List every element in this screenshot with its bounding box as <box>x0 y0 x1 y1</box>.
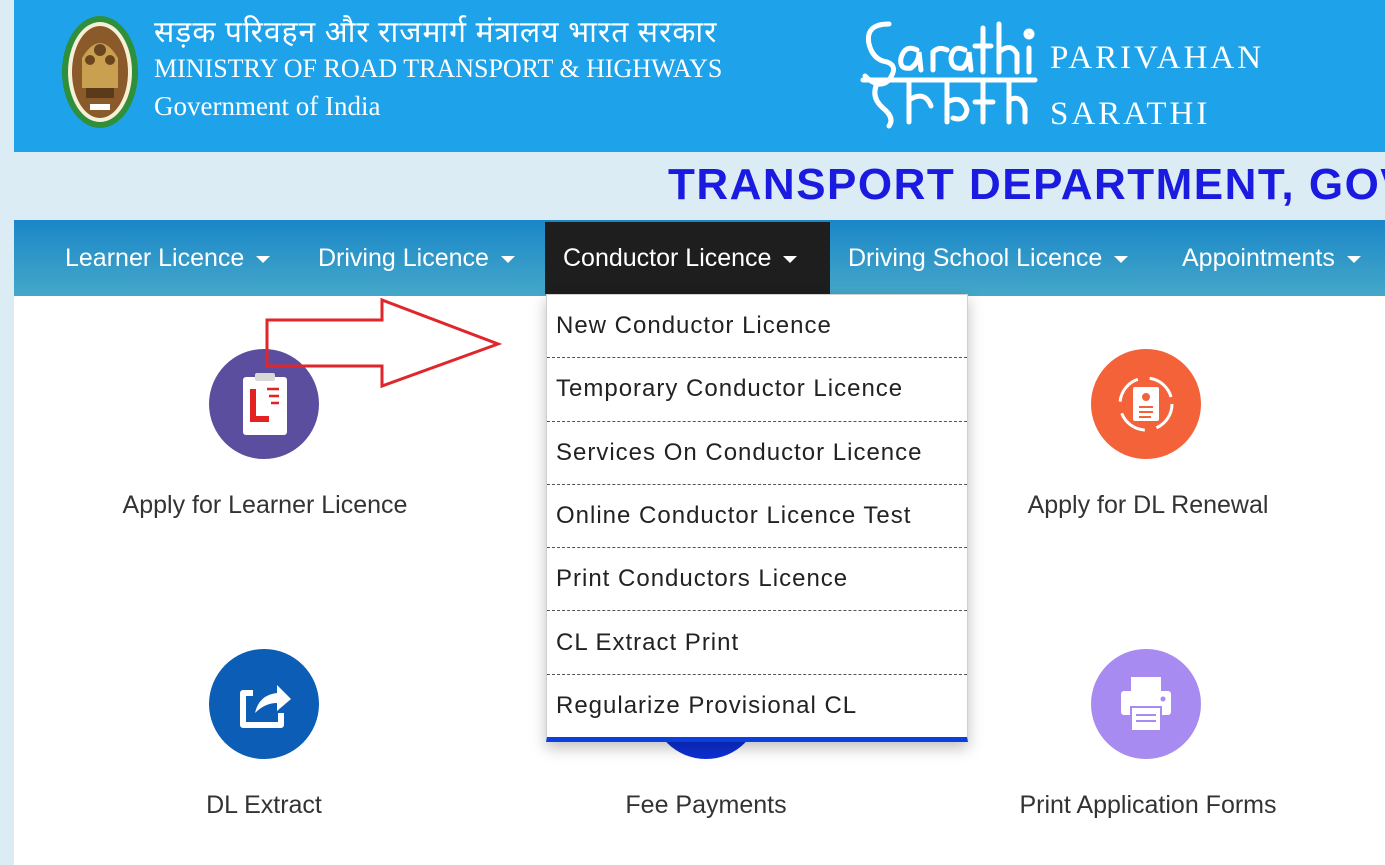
nav-learner-licence-label: Learner Licence <box>65 243 245 272</box>
department-title: TRANSPORT DEPARTMENT, GOV <box>668 160 1385 209</box>
menu-online-conductor-licence-test[interactable]: Online Conductor Licence Test <box>547 485 967 549</box>
tile-fee-payments[interactable]: Fee Payments <box>586 791 826 820</box>
chevron-down-icon <box>1346 256 1361 263</box>
printer-icon[interactable] <box>1091 649 1201 759</box>
nav-learner-licence[interactable]: Learner Licence <box>47 222 288 294</box>
sarathi-logo-icon <box>860 21 1038 129</box>
chevron-down-icon <box>1114 256 1129 263</box>
chevron-down-icon <box>500 256 515 263</box>
menu-print-conductors-licence[interactable]: Print Conductors Licence <box>547 548 967 612</box>
parivahan-sarathi-text: PARIVAHAN SARATHI <box>1050 30 1264 142</box>
nav-appointments[interactable]: Appointments <box>1164 222 1379 294</box>
tile-dl-extract[interactable]: DL Extract <box>164 791 364 820</box>
national-emblem-icon <box>62 16 138 128</box>
tile-print-application-forms[interactable]: Print Application Forms <box>998 791 1298 820</box>
menu-cl-extract-print[interactable]: CL Extract Print <box>547 611 967 675</box>
department-banner: TRANSPORT DEPARTMENT, GOV <box>14 152 1385 220</box>
nav-driving-school-licence[interactable]: Driving School Licence <box>830 222 1146 294</box>
share-export-icon[interactable] <box>209 649 319 759</box>
nav-conductor-licence[interactable]: Conductor Licence <box>545 222 830 294</box>
nav-appointments-label: Appointments <box>1182 243 1335 272</box>
menu-regularize-provisional-cl[interactable]: Regularize Provisional CL <box>547 675 967 738</box>
nav-driving-school-licence-label: Driving School Licence <box>848 243 1103 272</box>
site-header: सड़क परिवहन और राजमार्ग मंत्रालय भारत सर… <box>14 0 1385 152</box>
nav-driving-licence-label: Driving Licence <box>318 243 489 272</box>
chevron-down-icon <box>256 256 271 263</box>
menu-services-on-conductor-licence[interactable]: Services On Conductor Licence <box>547 422 967 485</box>
nav-driving-licence[interactable]: Driving Licence <box>300 222 533 294</box>
tile-apply-learner-licence[interactable]: Apply for Learner Licence <box>104 491 426 520</box>
dl-renewal-icon[interactable] <box>1091 349 1201 459</box>
chevron-down-icon <box>783 256 798 263</box>
red-arrow-pointer-icon <box>265 298 503 389</box>
government-of-india: Government of India <box>154 91 381 121</box>
nav-conductor-licence-label: Conductor Licence <box>563 243 772 272</box>
main-navbar: Learner Licence Driving Licence Conducto… <box>14 220 1385 296</box>
menu-new-conductor-licence[interactable]: New Conductor Licence <box>547 295 967 359</box>
tile-apply-dl-renewal[interactable]: Apply for DL Renewal <box>1003 491 1293 520</box>
ministry-title-block: सड़क परिवहन और राजमार्ग मंत्रालय भारत सर… <box>154 16 722 124</box>
parivahan-label: PARIVAHAN <box>1050 40 1265 76</box>
sarathi-label: SARATHI <box>1050 96 1211 132</box>
conductor-licence-dropdown: New Conductor Licence Temporary Conducto… <box>546 294 968 742</box>
menu-temporary-conductor-licence[interactable]: Temporary Conductor Licence <box>547 358 967 422</box>
ministry-hindi-title: सड़क परिवहन और राजमार्ग मंत्रालय भारत सर… <box>154 16 718 49</box>
ministry-english-title: MINISTRY OF ROAD TRANSPORT & HIGHWAYS <box>154 54 723 83</box>
